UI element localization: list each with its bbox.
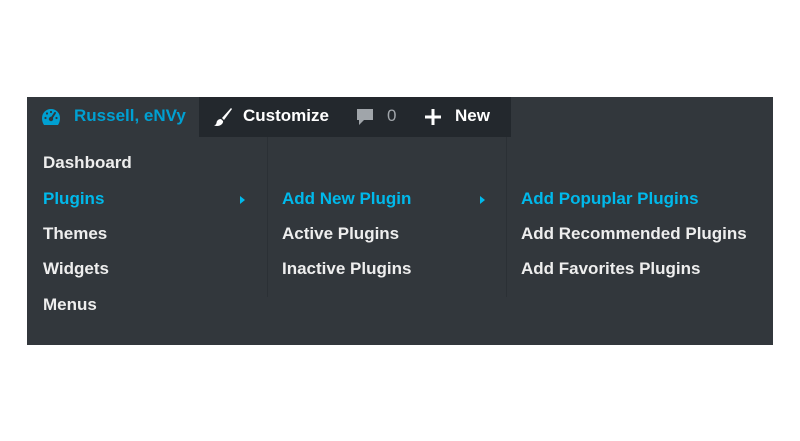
admin-bar: Russell, eNVy Customize 0 New: [27, 97, 773, 137]
paintbrush-icon: [213, 107, 233, 127]
comments-count: 0: [387, 106, 397, 125]
submenu-arrow-icon: [240, 196, 245, 204]
menu-item-themes[interactable]: Themes: [43, 224, 107, 250]
dropdown-menu: Dashboard Plugins Themes Widgets Menus A…: [27, 137, 773, 345]
menu-item-menus[interactable]: Menus: [43, 295, 97, 321]
submenu-item-add-recommended-plugins[interactable]: Add Recommended Plugins: [521, 224, 747, 250]
submenu-arrow-icon: [480, 196, 485, 204]
plus-icon: [424, 108, 442, 126]
site-name-menu[interactable]: Russell, eNVy: [27, 97, 199, 137]
dashboard-gauge-icon: [41, 108, 61, 126]
new-label: New: [455, 106, 490, 125]
submenu-item-add-new-plugin[interactable]: Add New Plugin: [282, 189, 411, 215]
submenu-item-active-plugins[interactable]: Active Plugins: [282, 224, 399, 250]
menu-item-dashboard[interactable]: Dashboard: [43, 153, 132, 179]
customize-label: Customize: [243, 106, 329, 125]
submenu-item-add-favorites-plugins[interactable]: Add Favorites Plugins: [521, 259, 700, 285]
site-name-label: Russell, eNVy: [74, 106, 186, 125]
comment-bubble-icon: [356, 108, 374, 126]
menu-item-plugins[interactable]: Plugins: [43, 189, 104, 215]
submenu-item-inactive-plugins[interactable]: Inactive Plugins: [282, 259, 411, 285]
submenu-item-add-popular-plugins[interactable]: Add Popuplar Plugins: [521, 189, 699, 215]
menu-item-widgets[interactable]: Widgets: [43, 259, 109, 285]
